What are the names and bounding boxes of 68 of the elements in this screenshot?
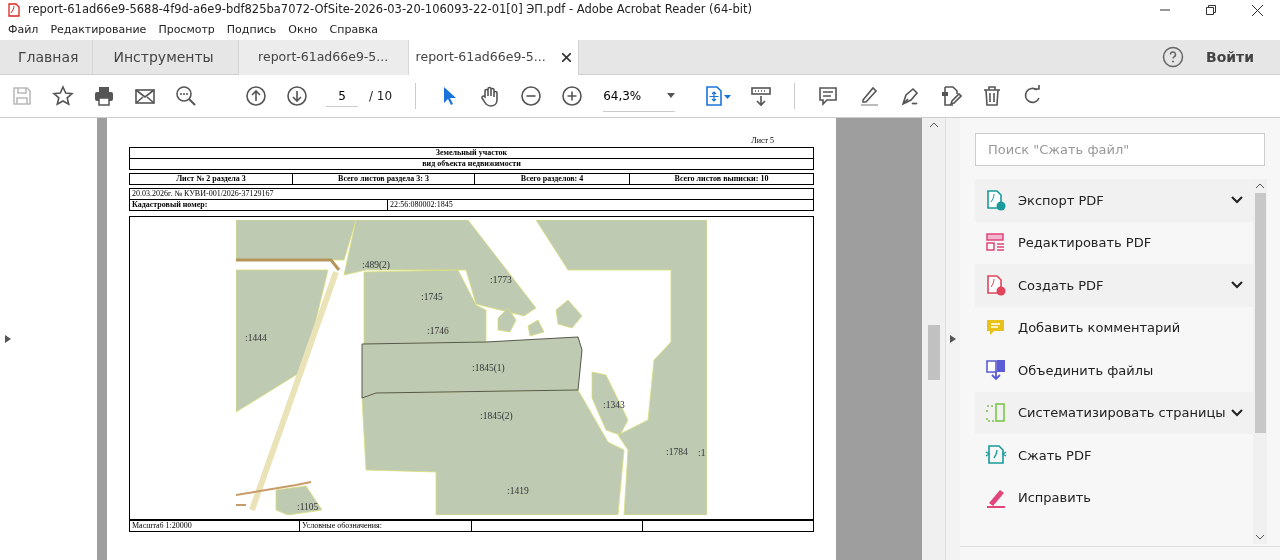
tab[interactable]: Инструменты bbox=[93, 40, 239, 75]
menu-item[interactable]: Редактирование bbox=[50, 21, 147, 39]
parcel-label: :489(2) bbox=[362, 260, 390, 270]
page-total: / 10 bbox=[369, 88, 393, 105]
parcel-label: :1343 bbox=[603, 400, 625, 410]
expand-panel-icon[interactable] bbox=[5, 335, 11, 343]
parcel-label: :1105 bbox=[297, 502, 319, 512]
table-cell: Всего листов выписки: 10 bbox=[629, 173, 814, 185]
scrollbar-thumb[interactable] bbox=[927, 325, 940, 380]
tool-item[interactable]: Редактировать PDF bbox=[975, 221, 1253, 264]
organize-pages-icon bbox=[985, 401, 1007, 424]
menu-item[interactable]: Подпись bbox=[226, 21, 277, 39]
caret-icon bbox=[667, 93, 676, 98]
sheet-number: Лист 5 bbox=[751, 136, 774, 146]
table-cell: Всего листов раздела 3: 3 bbox=[292, 173, 475, 185]
menu-item[interactable]: Справка bbox=[329, 21, 379, 39]
create-pdf-icon bbox=[985, 274, 1007, 297]
restore-icon bbox=[1206, 5, 1216, 15]
table-cell: Кадастровый номер: bbox=[129, 199, 388, 211]
tab[interactable]: report-61ad66e9-5... bbox=[408, 40, 579, 75]
zoom-dropdown[interactable]: 64,3% bbox=[603, 80, 676, 112]
table-cell: Всего разделов: 4 bbox=[474, 173, 630, 185]
tab[interactable]: Главная bbox=[0, 40, 94, 75]
parcel-label: :1419 bbox=[507, 486, 529, 496]
menu-item[interactable]: Файл bbox=[8, 21, 39, 39]
tool-item[interactable]: Сжать PDF bbox=[975, 434, 1253, 477]
menu-item[interactable]: Окно bbox=[288, 21, 318, 39]
parcel-label: :1845(1) bbox=[472, 363, 505, 373]
scroll-down-icon[interactable] bbox=[1256, 535, 1264, 540]
tool-item[interactable]: Исправить bbox=[975, 476, 1253, 519]
sign-in-link[interactable]: Войти bbox=[1205, 46, 1254, 68]
window-title: report-61ad66e9-5688-4f9d-a6e9-bdf825ba7072-OfSite-2026-03-20-106093-22-01[0] ЭП.pdf - Adobe Acrobat Reader (64-bit) bbox=[28, 1, 752, 19]
parcel-label: :1746 bbox=[427, 326, 449, 336]
table-cell: 22:56:080002:1845 bbox=[387, 199, 814, 211]
parcel-label: :1444 bbox=[245, 333, 267, 343]
parcel-label: :1 bbox=[698, 448, 706, 458]
tool-item[interactable]: Объединить файлы bbox=[975, 349, 1253, 392]
pdf-file-icon bbox=[8, 3, 20, 17]
scroll-up-icon[interactable] bbox=[1256, 183, 1264, 188]
tool-item[interactable]: Добавить комментарий bbox=[975, 306, 1253, 349]
tool-item[interactable]: Экспорт PDF bbox=[975, 179, 1253, 222]
search-field[interactable]: Поиск "Сжать файл" bbox=[975, 133, 1265, 166]
edit-pdf-icon bbox=[985, 231, 1007, 254]
close-icon bbox=[1251, 4, 1263, 16]
table-cell: вид объекта недвижимости bbox=[129, 158, 814, 170]
parcel-label: :1784 bbox=[666, 447, 688, 457]
table-cell: Лист № 2 раздела 3 bbox=[129, 173, 293, 185]
scrollbar-thumb[interactable] bbox=[1254, 193, 1266, 433]
page-number-field[interactable]: 5 bbox=[326, 85, 358, 107]
export-pdf-icon bbox=[985, 189, 1007, 212]
scroll-up-icon[interactable] bbox=[929, 122, 938, 127]
parcel-label: :1745 bbox=[421, 292, 443, 302]
table-cell: Условные обозначения: bbox=[299, 520, 472, 532]
table-cell: 20.03.2026г. № КУВИ-001/2026-37129167 bbox=[129, 188, 814, 200]
tool-item[interactable]: Систематизировать страницы bbox=[975, 391, 1253, 434]
table-cell: Масштаб 1:20000 bbox=[129, 520, 300, 532]
close-icon[interactable] bbox=[561, 53, 571, 62]
tab[interactable]: report-61ad66e9-5... bbox=[238, 40, 409, 75]
table-cell: Земельный участок bbox=[129, 147, 814, 159]
combine-files-icon bbox=[985, 359, 1007, 382]
compress-pdf-icon bbox=[985, 444, 1007, 467]
parcel-label: :1845(2) bbox=[480, 411, 513, 421]
fit-page-icon bbox=[704, 85, 733, 107]
tool-item[interactable]: Создать PDF bbox=[975, 264, 1253, 307]
help-icon[interactable] bbox=[1161, 46, 1184, 68]
expand-panel-icon[interactable] bbox=[950, 335, 956, 343]
parcel-label: :1773 bbox=[490, 275, 512, 285]
menu-item[interactable]: Просмотр bbox=[158, 21, 215, 39]
